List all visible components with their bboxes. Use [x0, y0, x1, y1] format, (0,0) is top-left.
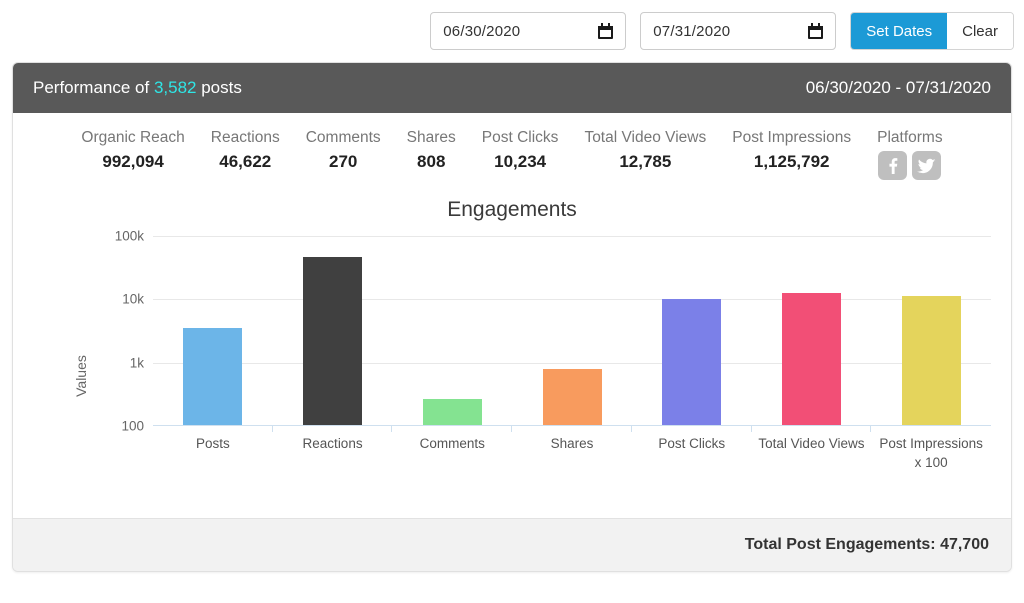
bar-cell [153, 236, 273, 432]
performance-suffix: posts [196, 78, 242, 97]
end-date-value: 07/31/2020 [653, 22, 731, 40]
y-tick-label: 100 [121, 418, 144, 434]
platforms-label: Platforms [877, 129, 943, 146]
stat-value: 46,622 [219, 152, 272, 171]
x-tick-label: Posts [195, 436, 230, 451]
stat-label: Post Clicks [481, 129, 559, 146]
stat-label: Reactions [210, 129, 280, 146]
stat-value: 1,125,792 [753, 152, 830, 171]
plot-area: 100 1k 10k 100k [115, 229, 991, 434]
set-dates-button[interactable]: Set Dates [851, 13, 948, 49]
stat-post-clicks: Post Clicks 10,234 [469, 129, 572, 172]
y-tick-label: 1k [129, 355, 144, 371]
platform-icon-group [877, 151, 942, 180]
x-axis-line [153, 425, 991, 426]
stat-value: 270 [329, 152, 358, 171]
date-range-toolbar: 06/30/2020 07/31/2020 Set Dates Clear [0, 0, 1024, 62]
stat-platforms: Platforms [864, 129, 955, 180]
facebook-icon[interactable] [878, 151, 908, 180]
stat-value: 992,094 [102, 152, 164, 171]
stats-row: Organic Reach 992,094 Reactions 46,622 Comme… [13, 113, 1011, 184]
bar[interactable] [183, 327, 243, 426]
stat-label: Organic Reach [81, 129, 185, 146]
end-date-input[interactable]: 07/31/2020 [640, 12, 837, 50]
bar[interactable] [901, 296, 961, 426]
stat-reactions: Reactions 46,622 [198, 129, 293, 172]
bar[interactable] [542, 368, 602, 426]
post-count: 3,582 [153, 78, 197, 97]
stat-total-video-views: Total Video Views 12,785 [571, 129, 719, 172]
bar-cell [871, 236, 991, 426]
twitter-icon[interactable] [912, 151, 942, 180]
start-date-input[interactable]: 06/30/2020 [430, 12, 627, 50]
stat-organic-reach: Organic Reach 992,094 [68, 129, 197, 172]
card-header: Performance of 3,582 posts 06/30/2020 - … [13, 63, 1011, 113]
header-date-range: 06/30/2020 - 07/31/2020 [805, 78, 991, 97]
stat-post-impressions: Post Impressions 1,125,792 [719, 129, 864, 172]
stat-value: 10,234 [494, 152, 547, 171]
stat-shares: Shares 808 [394, 129, 469, 172]
bar-series [153, 236, 991, 432]
performance-prefix: Performance of [33, 78, 154, 97]
chart-title: Engagements [447, 198, 577, 221]
x-axis-labels: Posts Reactions Comments Shares Post Clicks T… [153, 434, 991, 472]
bar-cell [392, 236, 512, 432]
start-date-value: 06/30/2020 [443, 22, 521, 40]
stat-comments: Comments 270 [293, 129, 394, 172]
x-tick-label: Total Video Views [758, 436, 865, 451]
x-tick-label: Post Impressions x 100 [879, 436, 983, 470]
performance-card: Performance of 3,582 posts 06/30/2020 - … [12, 62, 1012, 572]
x-tick-label: Comments [419, 436, 485, 451]
bar-cell [512, 236, 632, 432]
y-tick-label: 10k [122, 291, 144, 307]
x-tick-label: Post Clicks [658, 436, 726, 451]
engagements-chart: Values 100 1k 10k 100k Posts Reactions Commen… [33, 228, 991, 518]
bar[interactable] [781, 292, 841, 426]
stat-value: 808 [417, 152, 446, 171]
x-tick-label: Shares [550, 436, 594, 451]
x-tick-label: Reactions [302, 436, 363, 451]
y-axis-label: Values [73, 355, 89, 397]
date-actions: Set Dates Clear [850, 12, 1014, 50]
total-engagements: Total Post Engagements: 47,700 [744, 536, 989, 553]
clear-button[interactable]: Clear [947, 13, 1013, 49]
calendar-icon[interactable] [598, 23, 614, 39]
stat-label: Total Video Views [584, 129, 707, 146]
bar-cell [632, 236, 752, 432]
bar[interactable] [422, 398, 482, 426]
stat-label: Comments [305, 129, 381, 146]
stat-value: 12,785 [619, 152, 672, 171]
card-footer: Total Post Engagements: 47,700 [13, 518, 1011, 571]
y-tick-label: 100k [114, 228, 144, 244]
bar-cell [273, 236, 393, 432]
stat-label: Post Impressions [732, 129, 852, 146]
stat-label: Shares [406, 129, 456, 146]
calendar-icon[interactable] [808, 23, 824, 39]
performance-summary: Performance of 3,582 posts [33, 78, 242, 98]
bar-cell [752, 236, 872, 432]
bar[interactable] [303, 257, 363, 426]
bar[interactable] [662, 298, 722, 426]
